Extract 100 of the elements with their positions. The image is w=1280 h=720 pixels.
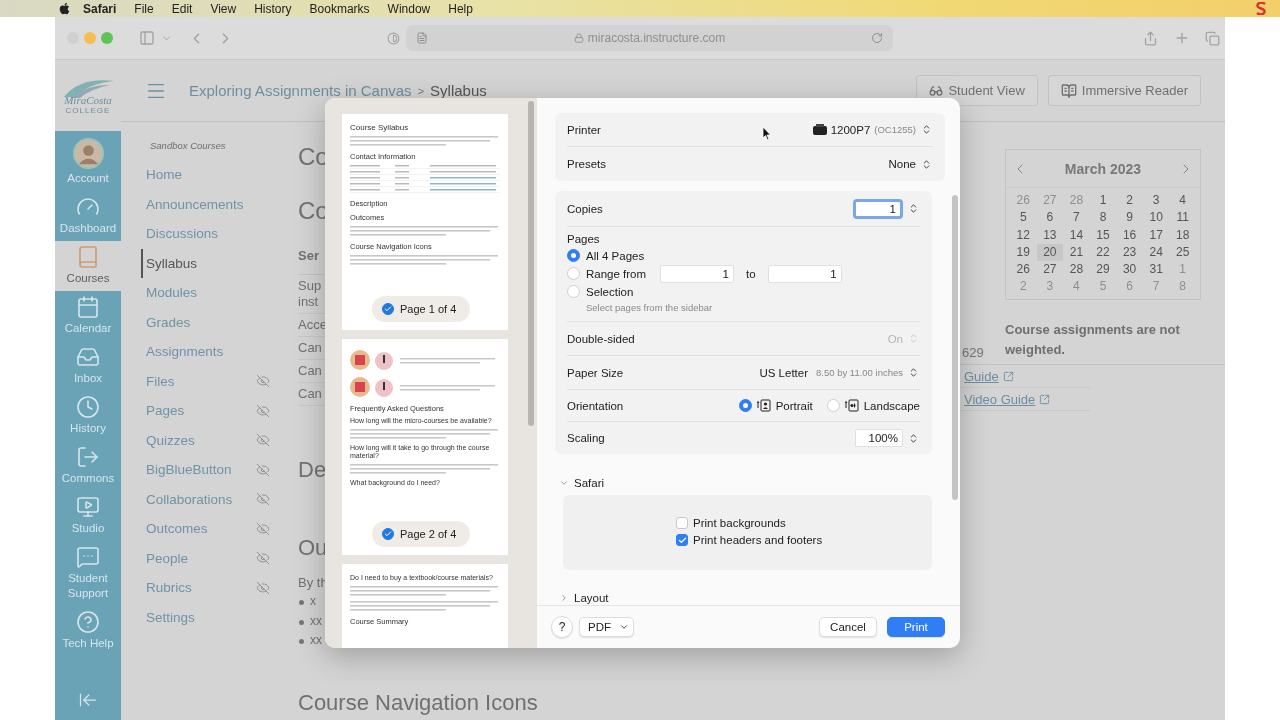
pdf-menu-button[interactable]: PDF bbox=[579, 617, 634, 637]
scrollbar-thumb[interactable] bbox=[952, 195, 958, 500]
presets-popup[interactable]: None bbox=[888, 155, 933, 173]
tabs-icon[interactable] bbox=[1205, 30, 1220, 46]
scaling-field[interactable]: 100% bbox=[855, 429, 903, 447]
check-icon[interactable] bbox=[382, 528, 394, 540]
menu-item[interactable]: Edit bbox=[171, 1, 193, 16]
reload-icon[interactable] bbox=[871, 32, 883, 44]
list-item: xx bbox=[298, 611, 328, 631]
new-tab-icon[interactable] bbox=[1174, 30, 1190, 46]
app-status-icon[interactable] bbox=[1256, 2, 1266, 15]
check-icon[interactable] bbox=[382, 303, 394, 315]
range-from-field[interactable]: 1 bbox=[660, 264, 734, 283]
course-nav-link[interactable]: Syllabus bbox=[141, 248, 290, 278]
calendar-day[interactable]: 5 bbox=[1010, 209, 1037, 227]
calendar-day[interactable]: 21 bbox=[1063, 243, 1090, 262]
global-nav-item[interactable]: Courses bbox=[55, 241, 121, 291]
calendar-day[interactable]: 20 bbox=[1036, 243, 1064, 262]
calendar-day[interactable]: 8 bbox=[1089, 209, 1117, 227]
radio-button[interactable] bbox=[567, 249, 580, 262]
calendar-day[interactable]: 24 bbox=[1142, 243, 1170, 262]
radio-button[interactable] bbox=[826, 399, 840, 412]
logo-subtext: COLLEGE bbox=[65, 105, 111, 115]
section-toggle[interactable]: Safari bbox=[559, 477, 960, 489]
calendar-day[interactable]: 15 bbox=[1089, 226, 1117, 244]
cancel-button[interactable]: Cancel bbox=[819, 617, 877, 637]
breadcrumb-link[interactable]: Syllabus bbox=[430, 82, 487, 99]
inbox-icon bbox=[76, 345, 100, 369]
printer-popup[interactable]: 1200P7 (OC1255) bbox=[812, 120, 933, 139]
calendar-day[interactable]: 6 bbox=[1036, 209, 1064, 227]
help-icon bbox=[76, 610, 100, 634]
calendar-day[interactable]: 25 bbox=[1169, 243, 1196, 262]
calendar-day[interactable]: 7 bbox=[1063, 209, 1090, 227]
calendar-day[interactable]: 2 bbox=[1116, 192, 1143, 210]
calendar-day[interactable]: 1 bbox=[1089, 192, 1117, 210]
radio-button[interactable] bbox=[567, 285, 580, 298]
checkbox[interactable] bbox=[676, 517, 688, 529]
chat-icon bbox=[76, 545, 100, 569]
calendar-day[interactable]: 10 bbox=[1142, 209, 1170, 227]
pointer-cursor-icon bbox=[762, 126, 772, 141]
calendar-day[interactable]: 26 bbox=[1010, 261, 1037, 279]
section-toggle[interactable]: Layout bbox=[559, 592, 960, 604]
checkbox-label[interactable]: Print backgrounds bbox=[693, 517, 786, 529]
calendar-day[interactable]: 11 bbox=[1169, 209, 1196, 227]
calendar-day[interactable]: 22 bbox=[1089, 243, 1117, 262]
zoom-dot[interactable] bbox=[101, 32, 113, 44]
calendar-day[interactable]: 4 bbox=[1169, 192, 1196, 210]
orientation-label: Orientation bbox=[567, 399, 624, 412]
immersive-reader-button[interactable]: Immersive Reader bbox=[1047, 75, 1201, 106]
menu-item[interactable]: Bookmarks bbox=[309, 1, 370, 16]
radio-label[interactable]: Range from bbox=[586, 267, 654, 280]
calendar-day[interactable]: 12 bbox=[1010, 226, 1037, 244]
range-to-field[interactable]: 1 bbox=[767, 264, 842, 283]
calendar-day[interactable]: 18 bbox=[1169, 226, 1196, 244]
copies-field[interactable]: 1 bbox=[853, 198, 903, 219]
calendar-day[interactable]: 23 bbox=[1116, 243, 1143, 262]
sidebar-icon[interactable] bbox=[139, 30, 155, 46]
calendar-day[interactable]: 31 bbox=[1142, 261, 1170, 279]
radio-button[interactable] bbox=[567, 267, 580, 280]
scrollbar-thumb[interactable] bbox=[528, 101, 534, 426]
apple-icon[interactable] bbox=[58, 2, 71, 15]
radio-button[interactable] bbox=[738, 399, 752, 412]
calendar-day[interactable]: 30 bbox=[1116, 261, 1143, 279]
menu-item[interactable]: File bbox=[134, 1, 154, 16]
radio-label[interactable]: Selection bbox=[586, 285, 634, 298]
calendar-day[interactable]: 13 bbox=[1036, 226, 1064, 244]
monitor-icon bbox=[76, 495, 100, 519]
chevron-down-icon bbox=[619, 622, 629, 632]
checkbox[interactable] bbox=[676, 534, 688, 546]
reader-icon[interactable] bbox=[416, 32, 428, 44]
calendar-day[interactable]: 16 bbox=[1116, 226, 1143, 244]
menu-item[interactable]: View bbox=[210, 1, 237, 16]
calendar-icon bbox=[76, 295, 100, 319]
radio-label[interactable]: Landscape bbox=[863, 399, 920, 412]
calendar-day[interactable]: 19 bbox=[1010, 243, 1037, 262]
menu-item[interactable]: Help bbox=[448, 1, 473, 16]
print-button[interactable]: Print bbox=[887, 617, 945, 637]
radio-label[interactable]: All 4 Pages bbox=[586, 249, 645, 262]
checkbox-label[interactable]: Print headers and footers bbox=[693, 534, 823, 546]
menu-item[interactable]: Window bbox=[387, 1, 431, 16]
range-to-label: to bbox=[746, 267, 756, 280]
radio-label[interactable]: Portrait bbox=[775, 399, 813, 412]
menu-item[interactable]: History bbox=[254, 1, 292, 16]
calendar-day[interactable]: 14 bbox=[1063, 226, 1090, 244]
help-button[interactable]: ? bbox=[551, 616, 573, 638]
page-badge: Page 2 of 4 bbox=[372, 521, 471, 547]
calendar-day[interactable]: 27 bbox=[1036, 261, 1064, 279]
calendar-day[interactable]: 3 bbox=[1142, 192, 1170, 210]
student-view-button[interactable]: Student View bbox=[916, 75, 1038, 106]
calendar-day[interactable]: 28 bbox=[1063, 261, 1090, 279]
hint-text: Select pages from the sidebar bbox=[586, 302, 714, 313]
calendar-day[interactable]: 9 bbox=[1116, 209, 1143, 227]
share-icon[interactable] bbox=[1143, 30, 1158, 46]
calendar-day[interactable]: 29 bbox=[1089, 261, 1117, 279]
minimize-dot[interactable] bbox=[84, 32, 96, 44]
privacy-icon[interactable] bbox=[387, 31, 400, 45]
calendar-day[interactable]: 17 bbox=[1142, 226, 1170, 244]
menu-item[interactable]: Safari bbox=[83, 1, 117, 16]
printer-label: Printer bbox=[567, 123, 601, 136]
paper-size-popup[interactable]: US Letter 8.50 by 11.00 inches bbox=[759, 363, 920, 382]
